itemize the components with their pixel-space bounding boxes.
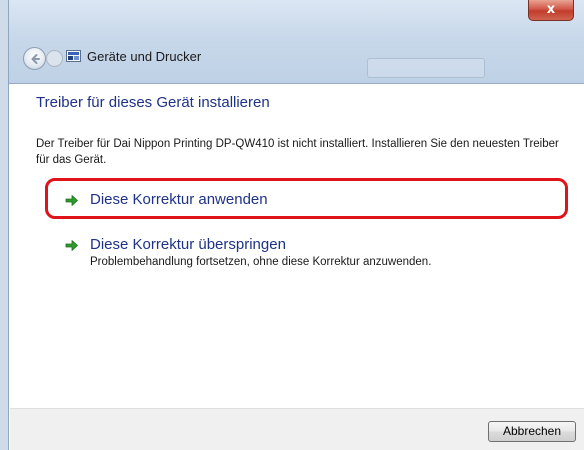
window-title: Geräte und Drucker bbox=[87, 49, 202, 64]
cancel-button[interactable]: Abbrechen bbox=[488, 421, 576, 442]
window-controls-ghost bbox=[367, 58, 485, 78]
apply-fix-label: Diese Korrektur anwenden bbox=[90, 191, 268, 208]
skip-fix-label: Diese Korrektur überspringen bbox=[90, 236, 286, 253]
left-window-edge bbox=[0, 0, 9, 450]
devices-printers-icon bbox=[66, 50, 81, 62]
green-arrow-icon bbox=[64, 193, 79, 208]
close-button[interactable]: x bbox=[528, 0, 574, 21]
green-arrow-icon bbox=[64, 238, 79, 253]
page-heading: Treiber für dieses Gerät installieren bbox=[36, 94, 270, 111]
wizard-content: Treiber für dieses Gerät installieren De… bbox=[10, 84, 584, 408]
page-description: Der Treiber für Dai Nippon Printing DP-Q… bbox=[36, 138, 559, 166]
dialog-footer: Abbrechen bbox=[10, 408, 584, 450]
back-arrow-icon bbox=[31, 54, 40, 64]
title-bar: x Geräte und Drucker bbox=[9, 0, 584, 84]
skip-fix-description: Problembehandlung fortsetzen, ohne diese… bbox=[90, 256, 432, 268]
apply-fix-option[interactable]: Diese Korrektur anwenden bbox=[64, 191, 554, 213]
back-button[interactable] bbox=[23, 47, 46, 70]
forward-button[interactable] bbox=[46, 50, 63, 67]
skip-fix-option[interactable]: Diese Korrektur überspringen Problembeha… bbox=[64, 236, 554, 272]
dialog-window: x Geräte und Drucker Treiber für dieses … bbox=[0, 0, 584, 450]
